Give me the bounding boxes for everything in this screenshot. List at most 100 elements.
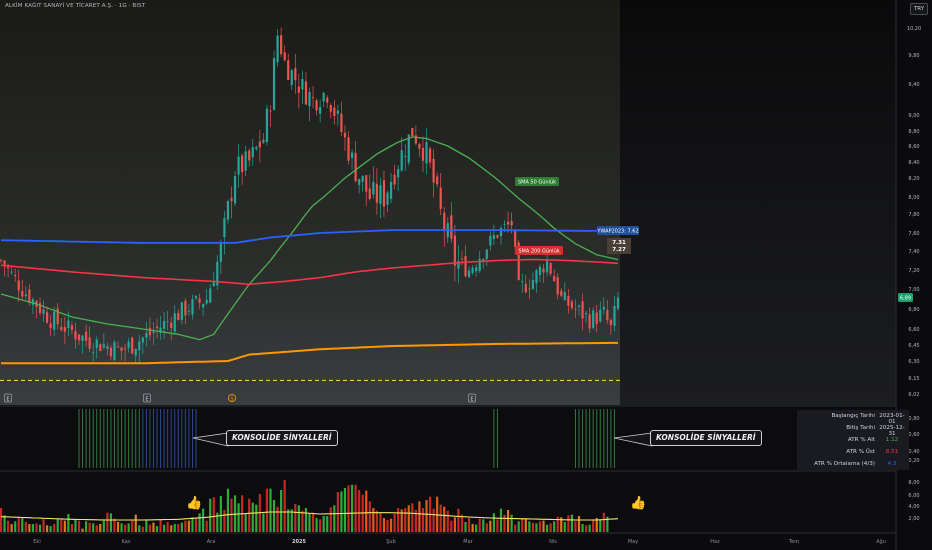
candle[interactable] <box>326 97 329 103</box>
candle[interactable] <box>251 147 254 158</box>
candle[interactable] <box>92 351 95 353</box>
candle[interactable] <box>453 235 456 266</box>
candle[interactable] <box>262 139 265 143</box>
candle[interactable] <box>155 326 159 329</box>
candle[interactable] <box>272 58 276 110</box>
candle[interactable] <box>6 267 10 269</box>
candle[interactable] <box>95 339 98 349</box>
candle[interactable] <box>198 298 201 303</box>
candle[interactable] <box>592 310 595 328</box>
candle[interactable] <box>14 275 17 277</box>
candle[interactable] <box>116 346 120 348</box>
candle[interactable] <box>411 128 414 137</box>
candle[interactable] <box>184 300 187 316</box>
candle[interactable] <box>368 188 371 200</box>
candle[interactable] <box>567 295 570 306</box>
candle[interactable] <box>31 299 35 305</box>
candle[interactable] <box>237 156 240 175</box>
candle[interactable] <box>63 327 66 332</box>
candle[interactable] <box>106 346 109 349</box>
candle[interactable] <box>570 301 574 308</box>
candle[interactable] <box>124 348 127 350</box>
candle[interactable] <box>584 312 588 315</box>
candle[interactable] <box>131 337 134 354</box>
candle[interactable] <box>180 302 183 320</box>
candle[interactable] <box>53 311 56 330</box>
candle[interactable] <box>45 312 49 323</box>
candle[interactable] <box>21 291 24 297</box>
candle[interactable] <box>503 224 506 225</box>
candle[interactable] <box>301 79 304 90</box>
candle[interactable] <box>393 174 396 185</box>
candle[interactable] <box>581 301 584 319</box>
candle[interactable] <box>17 280 20 291</box>
candle[interactable] <box>177 313 180 320</box>
candle[interactable] <box>329 105 332 112</box>
candle[interactable] <box>319 107 322 114</box>
candle[interactable] <box>506 221 510 225</box>
candle[interactable] <box>230 197 233 202</box>
candle[interactable] <box>397 169 400 178</box>
candle[interactable] <box>545 259 549 273</box>
candle[interactable] <box>152 331 155 334</box>
candle[interactable] <box>248 150 251 161</box>
candle[interactable] <box>163 320 166 329</box>
candle[interactable] <box>138 341 141 351</box>
candle[interactable] <box>173 313 176 332</box>
candle[interactable] <box>60 326 63 330</box>
candle[interactable] <box>553 276 556 282</box>
candle[interactable] <box>542 268 545 273</box>
candle[interactable] <box>478 258 481 271</box>
candle[interactable] <box>350 152 354 159</box>
candle[interactable] <box>194 296 198 299</box>
candle[interactable] <box>428 148 432 163</box>
candle[interactable] <box>297 86 300 93</box>
candle[interactable] <box>524 283 527 293</box>
candle[interactable] <box>404 155 407 157</box>
candle[interactable] <box>439 187 442 209</box>
candle[interactable] <box>425 142 428 164</box>
candle[interactable] <box>287 60 290 81</box>
candle[interactable] <box>85 331 88 341</box>
candle[interactable] <box>386 192 389 205</box>
candle[interactable] <box>141 337 144 343</box>
candle[interactable] <box>365 175 368 192</box>
candle[interactable] <box>521 281 524 283</box>
candle[interactable] <box>336 110 339 114</box>
candle[interactable] <box>205 299 208 304</box>
candle[interactable] <box>315 100 318 111</box>
candle[interactable] <box>595 312 598 324</box>
candle[interactable] <box>81 335 84 342</box>
candle[interactable] <box>549 263 552 274</box>
candle[interactable] <box>67 320 70 328</box>
candle[interactable] <box>531 280 534 289</box>
candle[interactable] <box>538 266 542 276</box>
candle[interactable] <box>588 314 591 329</box>
candle[interactable] <box>308 92 311 107</box>
candle[interactable] <box>340 113 343 132</box>
candle[interactable] <box>574 308 577 310</box>
candle[interactable] <box>283 52 286 61</box>
candle[interactable] <box>294 68 297 81</box>
candle[interactable] <box>489 235 492 246</box>
candle[interactable] <box>0 259 3 261</box>
candle[interactable] <box>148 327 152 336</box>
candle[interactable] <box>372 181 375 195</box>
candle[interactable] <box>244 151 247 171</box>
candle[interactable] <box>99 344 102 352</box>
candle[interactable] <box>389 181 393 199</box>
candle[interactable] <box>280 35 283 55</box>
candle[interactable] <box>514 230 517 247</box>
currency-button[interactable]: TRY <box>910 3 928 15</box>
candle[interactable] <box>127 341 130 348</box>
candle[interactable] <box>10 271 13 273</box>
candle[interactable] <box>467 270 471 277</box>
candle[interactable] <box>613 306 616 326</box>
candle[interactable] <box>322 92 325 102</box>
candle[interactable] <box>77 334 81 341</box>
candle[interactable] <box>496 235 499 238</box>
candle[interactable] <box>432 158 435 183</box>
candle[interactable] <box>304 81 308 105</box>
candle[interactable] <box>499 228 503 237</box>
candle[interactable] <box>358 178 361 185</box>
